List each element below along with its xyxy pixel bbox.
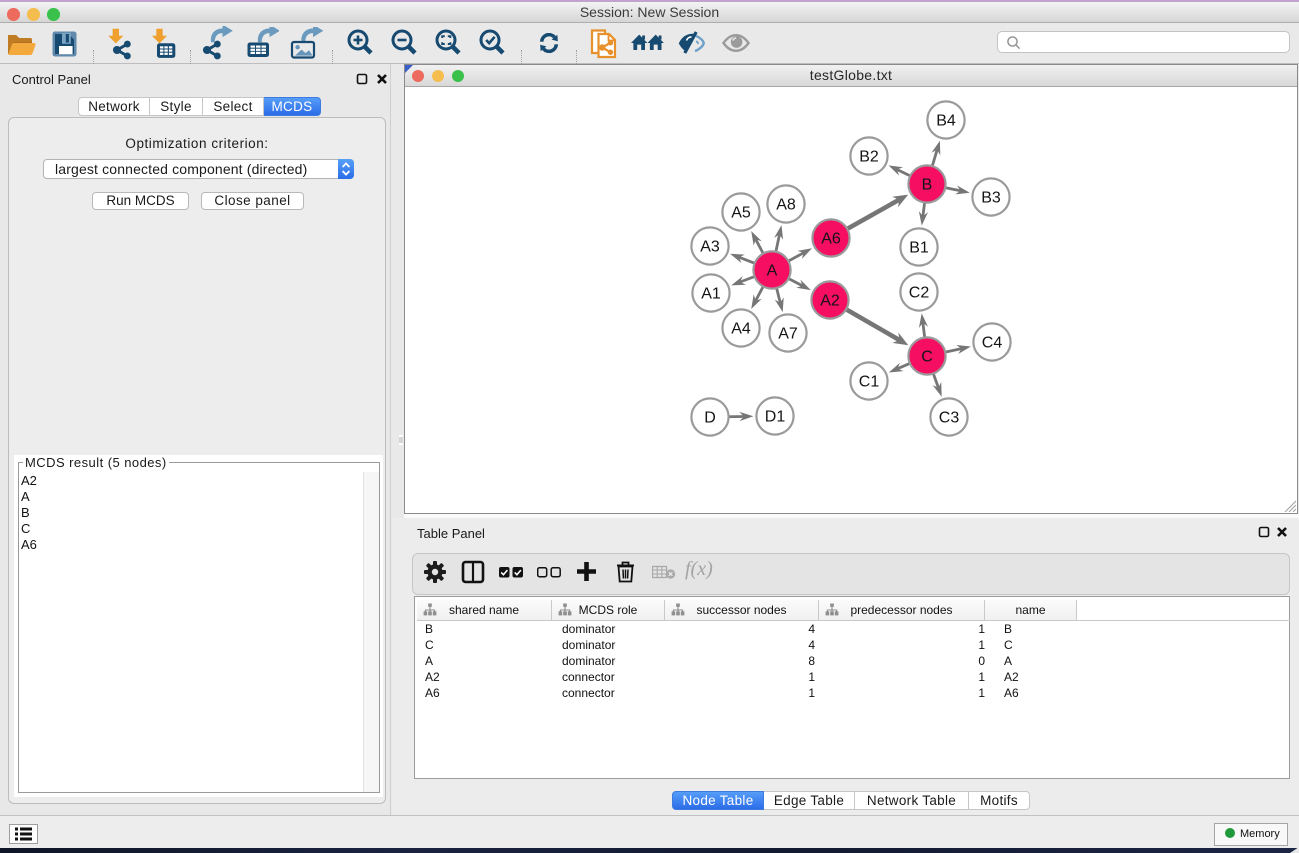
svg-text:A3: A3 bbox=[700, 239, 720, 256]
svg-text:A: A bbox=[767, 263, 778, 280]
svg-text:A2: A2 bbox=[820, 293, 840, 310]
svg-text:D1: D1 bbox=[765, 409, 786, 426]
svg-text:B: B bbox=[922, 177, 933, 194]
svg-text:A8: A8 bbox=[776, 197, 796, 214]
svg-text:D: D bbox=[704, 410, 716, 427]
svg-text:A6: A6 bbox=[821, 231, 841, 248]
svg-text:B1: B1 bbox=[909, 240, 929, 257]
svg-text:A4: A4 bbox=[731, 321, 751, 338]
svg-text:C1: C1 bbox=[859, 374, 880, 391]
svg-text:A7: A7 bbox=[778, 326, 798, 343]
svg-text:A1: A1 bbox=[701, 286, 721, 303]
svg-text:C3: C3 bbox=[939, 410, 960, 427]
svg-text:C: C bbox=[921, 349, 933, 366]
svg-text:B4: B4 bbox=[936, 113, 956, 130]
svg-text:B2: B2 bbox=[859, 149, 879, 166]
svg-text:B3: B3 bbox=[981, 190, 1001, 207]
svg-text:A5: A5 bbox=[731, 205, 751, 222]
svg-text:C4: C4 bbox=[982, 335, 1003, 352]
svg-text:C2: C2 bbox=[909, 285, 930, 302]
